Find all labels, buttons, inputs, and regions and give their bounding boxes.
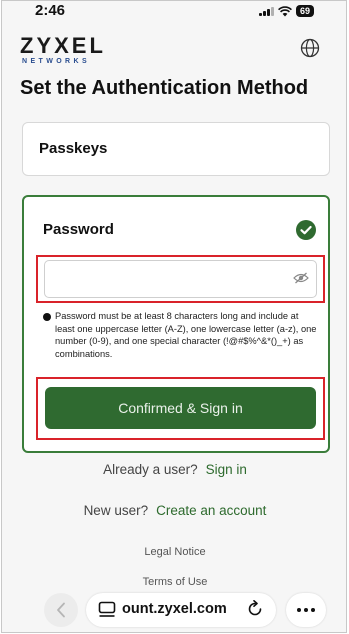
create-account-link[interactable]: Create an account <box>156 503 266 518</box>
status-time: 2:46 <box>35 2 66 19</box>
password-label: Password <box>43 221 114 238</box>
passkeys-label: Passkeys <box>39 140 108 157</box>
confirm-sign-in-button[interactable]: Confirmed & Sign in <box>45 387 316 429</box>
confirm-button-highlight: Confirmed & Sign in <box>36 377 325 440</box>
password-input[interactable] <box>44 260 317 298</box>
back-arrow-icon <box>57 602 65 618</box>
globe-icon[interactable] <box>300 38 320 58</box>
logo-subtitle: NETWORKS <box>22 58 91 65</box>
tabs-icon[interactable] <box>98 601 116 618</box>
password-field-highlight <box>36 255 325 303</box>
page-title: Set the Authentication Method <box>20 77 309 99</box>
password-option[interactable]: Password Password must be at least 8 cha… <box>22 195 330 453</box>
signal-icon <box>258 6 274 16</box>
reload-icon[interactable] <box>246 600 264 618</box>
phone-screen: 2:46 69 ZYXEL NETWORKS Set the Authentic… <box>1 0 347 633</box>
sign-in-link[interactable]: Sign in <box>206 462 247 477</box>
existing-user-prompt: Already a user? <box>103 462 198 477</box>
wifi-icon <box>278 5 292 16</box>
check-circle-icon <box>296 220 316 240</box>
password-hint-text: Password must be at least 8 characters l… <box>55 311 317 359</box>
address-bar[interactable]: ount.zyxel.com <box>86 593 276 627</box>
logo-wordmark: ZYXEL <box>20 33 106 58</box>
more-icon <box>297 608 301 612</box>
terms-of-use-link[interactable]: Terms of Use <box>2 576 346 588</box>
eye-slash-icon[interactable] <box>293 272 309 284</box>
url-text: ount.zyxel.com <box>122 601 227 617</box>
battery-indicator: 69 <box>295 5 314 17</box>
passkeys-option[interactable]: Passkeys <box>22 122 330 176</box>
new-user-row: New user? Create an account <box>2 503 346 518</box>
back-button[interactable] <box>44 593 78 627</box>
password-requirements: Password must be at least 8 characters l… <box>43 310 318 360</box>
existing-user-row: Already a user? Sign in <box>2 462 346 477</box>
more-button[interactable] <box>286 593 326 627</box>
status-icons: 69 <box>258 5 314 17</box>
zyxel-logo: ZYXEL NETWORKS <box>20 33 106 66</box>
info-icon <box>43 313 51 321</box>
browser-toolbar: ount.zyxel.com <box>2 593 346 632</box>
legal-notice-link[interactable]: Legal Notice <box>2 546 346 558</box>
new-user-prompt: New user? <box>83 503 149 518</box>
